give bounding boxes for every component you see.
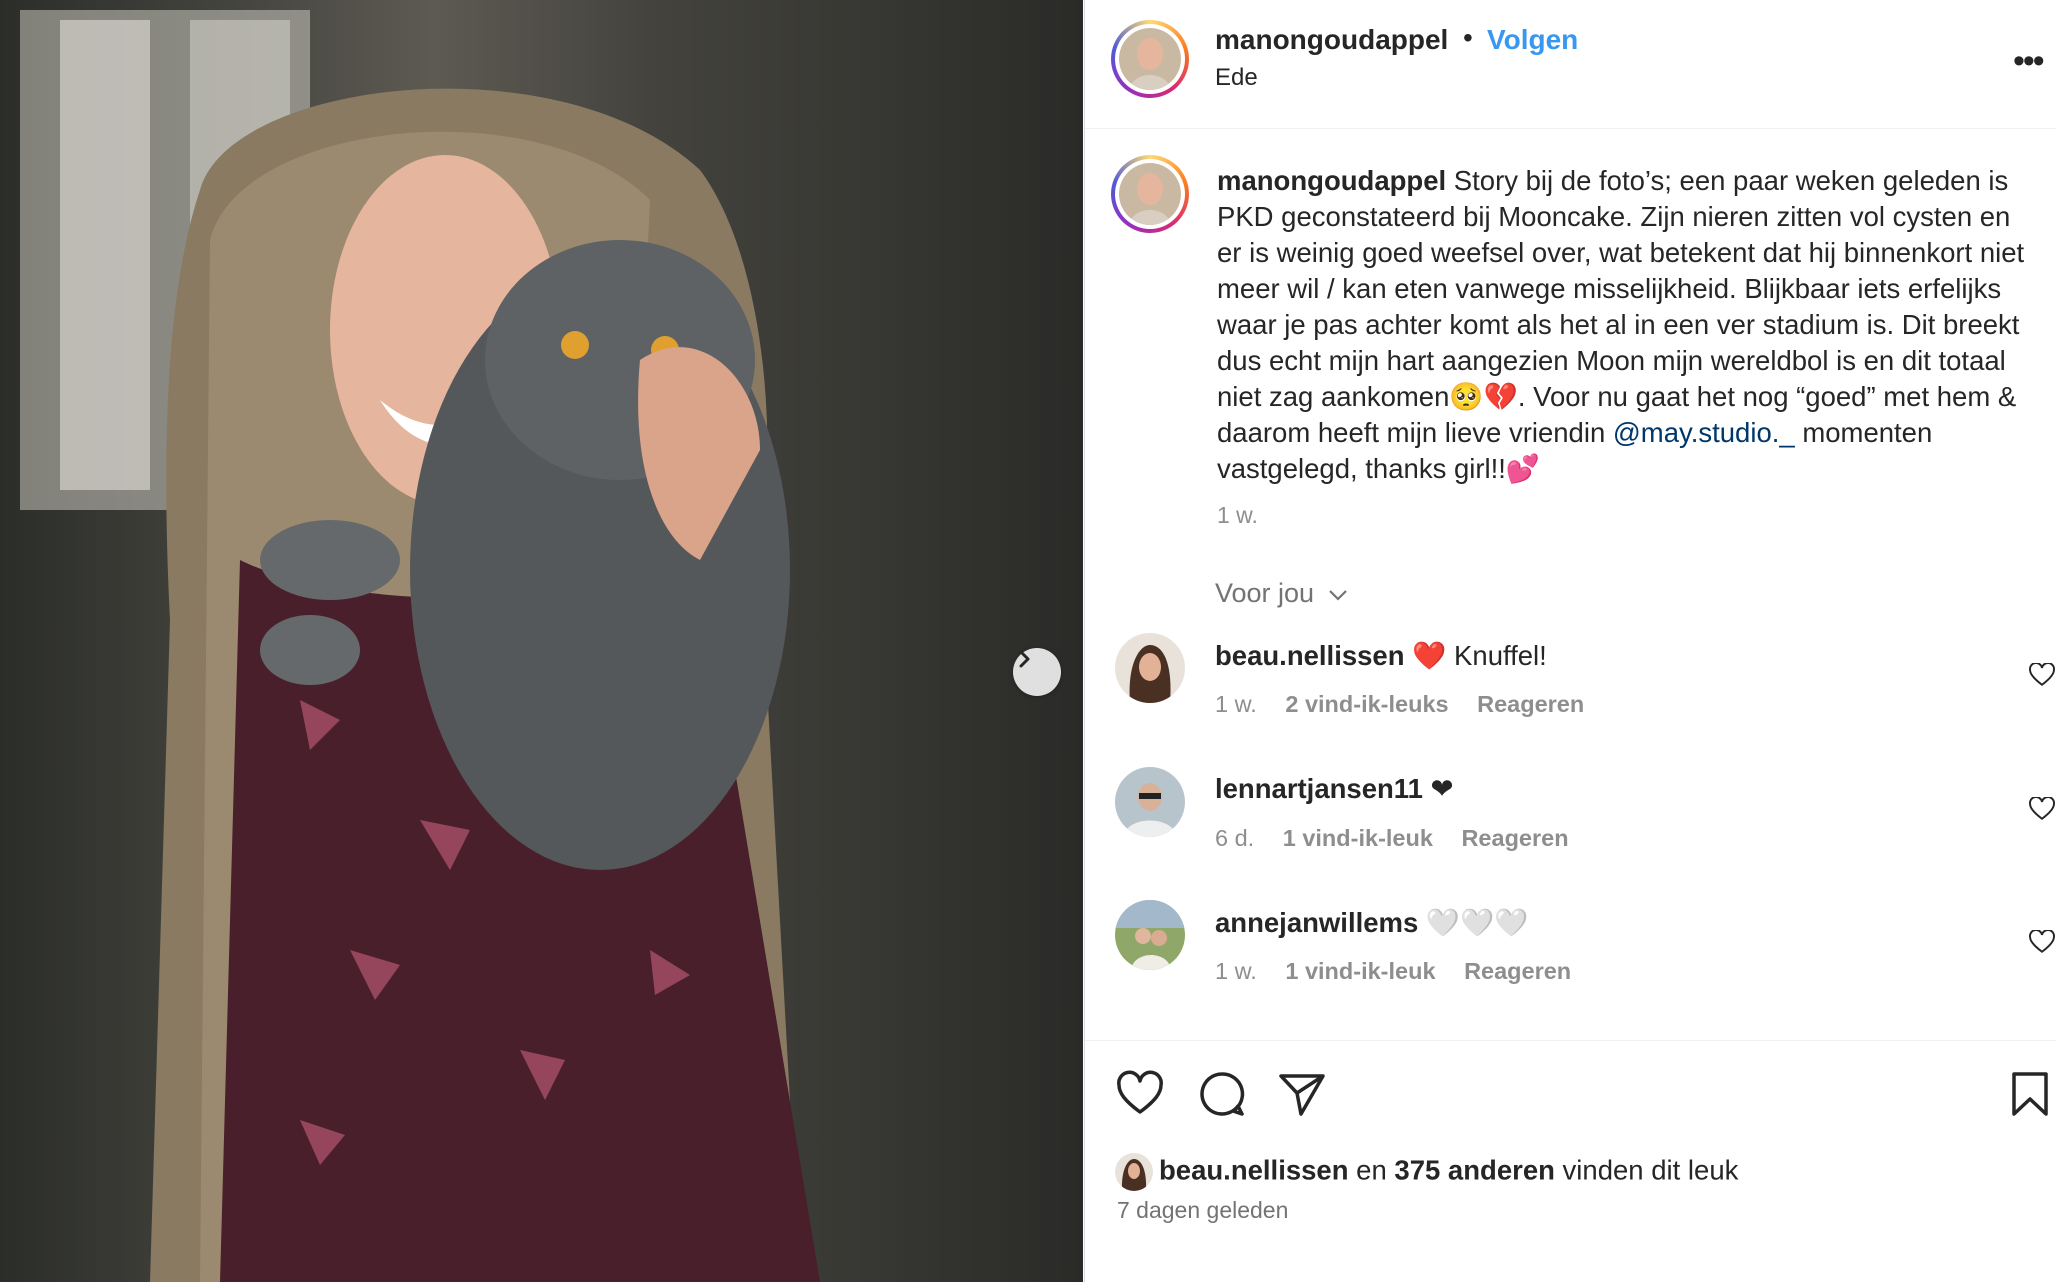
comment-time: 1 w. — [1215, 958, 1257, 984]
next-arrow-icon — [1019, 650, 1030, 668]
commenter-avatar[interactable] — [1115, 767, 1185, 837]
comment-icon[interactable] — [1197, 1069, 1247, 1119]
comment-text: beau.nellissen ❤️ Knuffel! — [1215, 639, 1547, 672]
comment-text: annejanwillems 🤍🤍🤍 — [1215, 906, 1529, 939]
next-photo-button[interactable] — [1013, 648, 1061, 696]
post-location[interactable]: Ede — [1215, 64, 1258, 92]
comment-username[interactable]: beau.nellissen — [1215, 640, 1405, 671]
comment-likes[interactable]: 2 vind-ik-leuks — [1285, 691, 1448, 717]
comment-item: beau.nellissen ❤️ Knuffel! 1 w. 2 vind-i… — [1115, 633, 2055, 743]
comment-likes[interactable]: 1 vind-ik-leuk — [1285, 958, 1435, 984]
comment-body: 🤍🤍🤍 — [1418, 907, 1529, 938]
reply-button[interactable]: Reageren — [1461, 825, 1568, 851]
comment-body: ❤ — [1422, 773, 1454, 804]
likes-connector: en — [1348, 1154, 1395, 1186]
chevron-down-icon — [1328, 590, 1347, 601]
caption-username[interactable]: manongoudappel — [1217, 165, 1446, 196]
post-photo — [0, 0, 1083, 1282]
comment-meta: 6 d. 1 vind-ik-leuk Reageren — [1215, 825, 1591, 852]
author-username[interactable]: manongoudappel — [1215, 24, 1448, 56]
caption-timestamp: 1 w. — [1217, 502, 1258, 528]
more-icon: ••• — [2013, 42, 2045, 80]
liker-avatar — [1115, 1153, 1153, 1191]
post-header: manongoudappel • Volgen Ede ••• — [1085, 0, 2056, 129]
post-date: 7 dagen geleden — [1117, 1197, 1289, 1223]
comment-time: 6 d. — [1215, 825, 1255, 851]
comment-text: lennartjansen11 ❤ — [1215, 773, 1454, 805]
comment-time: 1 w. — [1215, 691, 1257, 717]
caption-mention[interactable]: @may.studio._ — [1613, 417, 1795, 448]
commenter-avatar[interactable] — [1115, 900, 1185, 970]
comment-username[interactable]: lennartjansen11 — [1215, 773, 1423, 804]
comment-like-icon[interactable] — [2029, 930, 2055, 954]
reply-button[interactable]: Reageren — [1464, 958, 1571, 984]
comment-meta: 1 w. 2 vind-ik-leuks Reageren — [1215, 691, 1606, 718]
photo-illustration — [20, 10, 820, 1282]
comment-item: lennartjansen11 ❤ 6 d. 1 vind-ik-leuk Re… — [1115, 767, 2055, 877]
separator-dot: • — [1463, 22, 1473, 53]
post-panel: manongoudappel • Volgen Ede ••• manongou… — [1084, 0, 2056, 1282]
caption-avatar[interactable] — [1111, 155, 1189, 233]
comment-item: annejanwillems 🤍🤍🤍 1 w. 1 vind-ik-leuk R… — [1115, 900, 2055, 1010]
likes-others[interactable]: 375 anderen — [1394, 1154, 1555, 1185]
comment-body: ❤️ Knuffel! — [1404, 640, 1547, 671]
author-avatar[interactable] — [1111, 20, 1189, 98]
comment-meta: 1 w. 1 vind-ik-leuk Reageren — [1215, 958, 1593, 985]
caption-text-1: Story bij de foto’s; een paar weken gele… — [1217, 165, 2025, 448]
likes-summary: beau.nellissen en 375 anderen vinden dit… — [1115, 1153, 1738, 1191]
commenter-avatar[interactable] — [1115, 633, 1185, 703]
comment-sort-dropdown[interactable]: Voor jou — [1215, 578, 1348, 609]
more-options-button[interactable]: ••• — [2013, 42, 2045, 81]
reply-button[interactable]: Reageren — [1477, 691, 1584, 717]
comment-like-icon[interactable] — [2029, 663, 2055, 687]
share-icon[interactable] — [1277, 1069, 1327, 1119]
post-caption: manongoudappel Story bij de foto’s; een … — [1217, 163, 2037, 487]
heart-icon[interactable] — [1115, 1069, 1165, 1119]
liker-username[interactable]: beau.nellissen — [1159, 1154, 1349, 1185]
likes-suffix: vinden dit leuk — [1554, 1154, 1739, 1186]
follow-button[interactable]: Volgen — [1487, 24, 1578, 56]
post-actions: beau.nellissen en 375 anderen vinden dit… — [1085, 1040, 2056, 1283]
comment-like-icon[interactable] — [2029, 797, 2055, 821]
comment-sort-label: Voor jou — [1215, 578, 1315, 608]
comment-likes[interactable]: 1 vind-ik-leuk — [1283, 825, 1433, 851]
bookmark-icon[interactable] — [2005, 1069, 2055, 1119]
comment-username[interactable]: annejanwillems — [1215, 907, 1418, 938]
